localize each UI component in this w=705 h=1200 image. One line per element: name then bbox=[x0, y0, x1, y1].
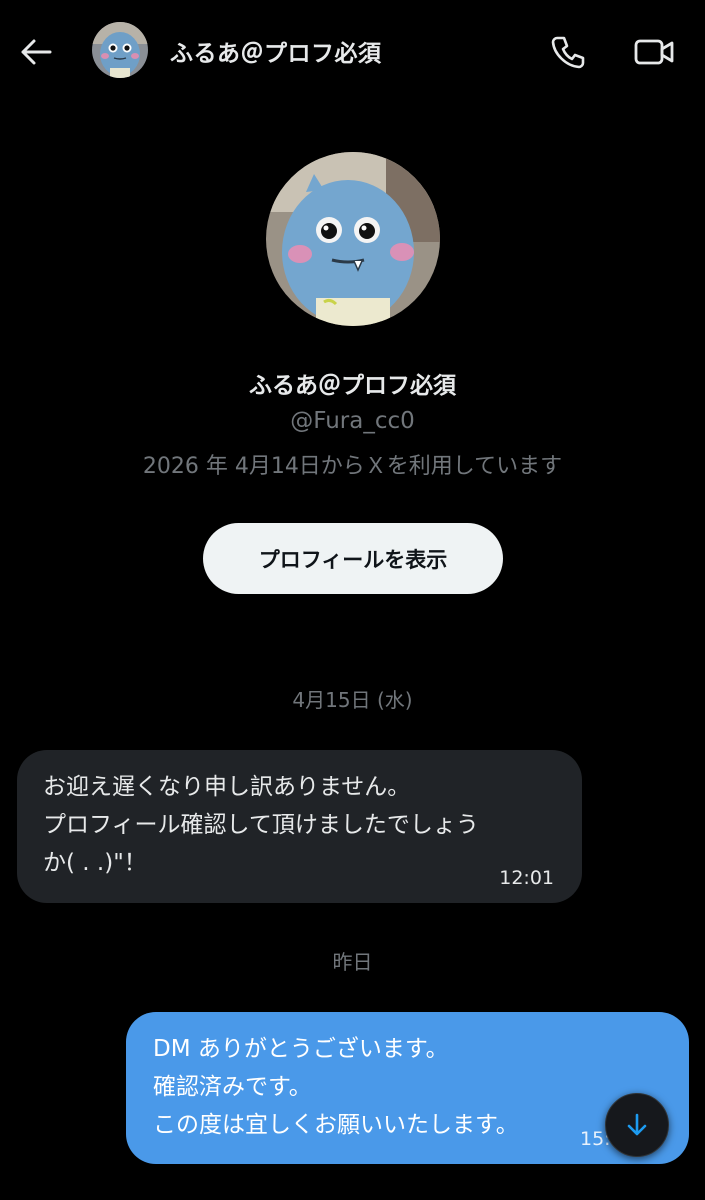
date-separator: 昨日 bbox=[332, 950, 373, 974]
view-profile-button[interactable]: プロフィールを表示 bbox=[203, 523, 503, 594]
avatar-image bbox=[266, 152, 440, 326]
avatar-image bbox=[92, 22, 148, 78]
profile-avatar[interactable] bbox=[266, 152, 440, 326]
header-display-name[interactable]: ふるあ＠プロフ必須 bbox=[170, 34, 382, 68]
video-camera-icon bbox=[634, 39, 674, 65]
dm-conversation-screen: ふるあ＠プロフ必須 ふるあ＠プロフ必須 @Fura_cc0 2026 年 4月1… bbox=[0, 0, 705, 1200]
message-text: お迎え遅くなり申し訳ありません。 プロフィール確認して頂けましたでしょう か( … bbox=[43, 774, 479, 876]
header-avatar[interactable] bbox=[92, 22, 148, 78]
outgoing-message-bubble[interactable]: DM ありがとうございます。 確認済みです。 この度は宜しくお願いいたします。 … bbox=[126, 1012, 689, 1164]
profile-handle: @Fura_cc0 bbox=[290, 408, 415, 434]
back-button[interactable] bbox=[14, 30, 58, 74]
date-separator: 4月15日 (水) bbox=[292, 688, 413, 712]
profile-display-name: ふるあ＠プロフ必須 bbox=[249, 373, 456, 399]
scroll-to-bottom-button[interactable] bbox=[605, 1093, 669, 1157]
message-timestamp: 12:01 bbox=[499, 867, 554, 889]
incoming-message-bubble[interactable]: お迎え遅くなり申し訳ありません。 プロフィール確認して頂けましたでしょう か( … bbox=[17, 750, 582, 903]
arrow-down-icon bbox=[627, 1113, 647, 1136]
message-text: DM ありがとうございます。 確認済みです。 この度は宜しくお願いいたします。 bbox=[153, 1036, 519, 1138]
video-call-button[interactable] bbox=[630, 30, 678, 74]
conversation-header: ふるあ＠プロフ必須 bbox=[0, 0, 705, 104]
profile-joined-date: 2026 年 4月14日からＸを利用しています bbox=[142, 454, 563, 479]
phone-icon bbox=[551, 36, 585, 69]
arrow-left-icon bbox=[21, 39, 52, 65]
audio-call-button[interactable] bbox=[546, 30, 590, 74]
